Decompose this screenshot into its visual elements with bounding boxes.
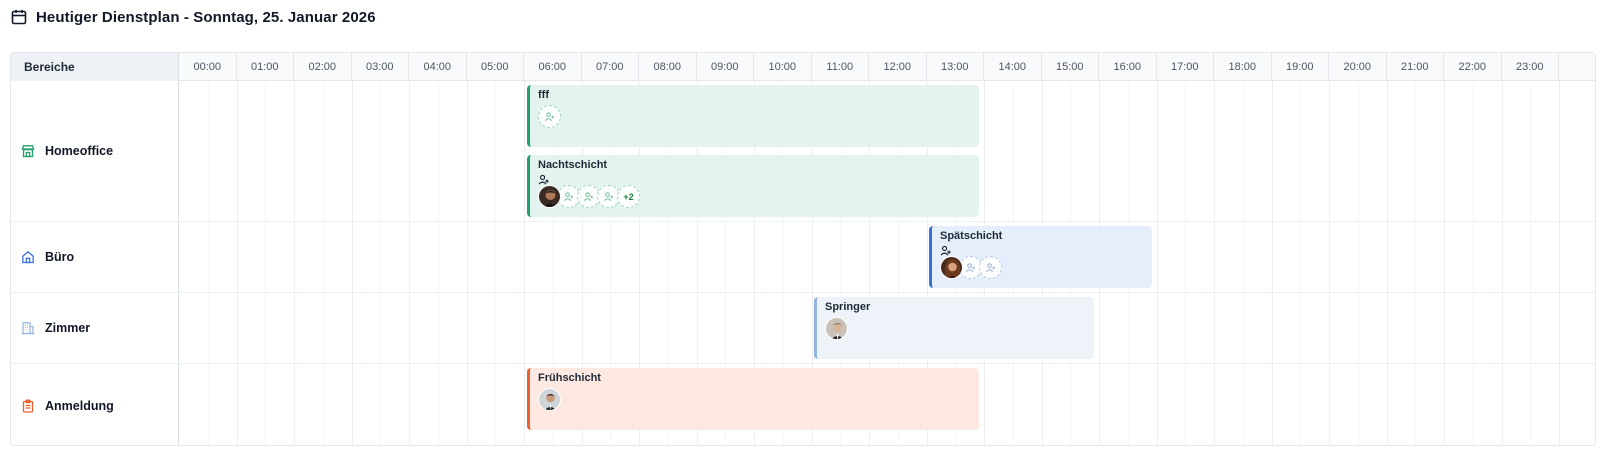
area-name: Homeoffice [45, 144, 114, 158]
shift-name: Nachtschicht [538, 159, 608, 171]
hour-column-header: 04:00 [409, 53, 467, 81]
user-plus-icon [603, 192, 614, 201]
area-label-buero[interactable]: Büro [11, 222, 179, 292]
shift-fruehschicht[interactable]: Frühschicht [527, 368, 979, 430]
shift-fff[interactable]: fff [527, 85, 979, 147]
hour-column-header: 17:00 [1157, 53, 1214, 81]
empty-slot-add-person[interactable] [538, 105, 561, 128]
hour-column-header: 16:00 [1099, 53, 1157, 81]
area-row-buero: Büro Spätschicht [11, 222, 1595, 293]
hour-column-header: 07:00 [582, 53, 639, 81]
hour-column-header: 01:00 [237, 53, 294, 81]
shift-springer[interactable]: Springer [814, 297, 1094, 359]
hour-column-header: 05:00 [467, 53, 524, 81]
shift-name: Springer [825, 301, 871, 313]
hour-column-header: 20:00 [1329, 53, 1387, 81]
hour-column-header: 02:00 [294, 53, 352, 81]
shift-spaetschicht[interactable]: Spätschicht [929, 226, 1152, 288]
hour-column-header: 10:00 [754, 53, 812, 81]
schedule-grid: Bereiche 00:00 01:00 02:00 03:00 04:00 05:00 0… [10, 52, 1596, 446]
area-name: Zimmer [45, 321, 91, 335]
avatar[interactable] [538, 388, 561, 411]
hour-column-header: 23:00 [1502, 53, 1559, 81]
hour-column-header: 03:00 [352, 53, 409, 81]
hour-column-header: 11:00 [812, 53, 869, 81]
hour-column-header: 22:00 [1444, 53, 1502, 81]
clipboard-icon [21, 399, 35, 413]
user-plus-icon [544, 112, 555, 121]
hour-column-header: 15:00 [1042, 53, 1099, 81]
area-row-homeoffice: Homeoffice fff Nachtschicht +2 [11, 81, 1595, 222]
hour-column-header: 09:00 [697, 53, 754, 81]
hour-column-header: 06:00 [524, 53, 582, 81]
page-title: Heutiger Dienstplan - Sonntag, 25. Janua… [36, 8, 376, 26]
hour-column-header: 00:00 [179, 53, 237, 81]
avatar[interactable] [538, 185, 561, 208]
hour-column-header: 13:00 [927, 53, 984, 81]
hour-column-header: 21:00 [1387, 53, 1444, 81]
area-row-zimmer: Zimmer Springer [11, 293, 1595, 364]
hour-column-header: 14:00 [984, 53, 1042, 81]
shift-name: fff [538, 89, 549, 101]
user-plus-icon [563, 192, 574, 201]
page-header: Heutiger Dienstplan - Sonntag, 25. Janua… [10, 6, 376, 28]
area-row-anmeldung: Anmeldung Frühschicht [11, 364, 1595, 445]
shift-name: Frühschicht [538, 372, 601, 384]
store-icon [21, 144, 35, 158]
area-name: Büro [45, 250, 75, 264]
areas-column-header: Bereiche [11, 53, 179, 81]
user-plus-icon [583, 192, 594, 201]
building-icon [21, 321, 35, 335]
hour-column-header: 12:00 [869, 53, 927, 81]
shift-name: Spätschicht [940, 230, 1003, 242]
hour-column-header: 19:00 [1272, 53, 1329, 81]
area-label-zimmer[interactable]: Zimmer [11, 293, 179, 363]
area-label-anmeldung[interactable]: Anmeldung [11, 364, 179, 445]
calendar-icon [10, 8, 28, 26]
area-name: Anmeldung [45, 398, 114, 413]
user-plus-icon [965, 263, 976, 272]
avatar[interactable] [825, 317, 848, 340]
more-persons-badge[interactable]: +2 [617, 185, 640, 208]
avatar[interactable] [940, 256, 963, 279]
hours-header-row: Bereiche 00:00 01:00 02:00 03:00 04:00 05:00 0… [11, 53, 1595, 81]
shift-nachtschicht[interactable]: Nachtschicht +2 [527, 155, 979, 217]
area-label-homeoffice[interactable]: Homeoffice [11, 81, 179, 221]
empty-slot-add-person[interactable] [979, 256, 1002, 279]
user-plus-icon [985, 263, 996, 272]
user-plus-icon [940, 243, 951, 256]
hour-column-header: 18:00 [1214, 53, 1272, 81]
user-plus-icon [538, 172, 549, 185]
hour-column-header: 08:00 [639, 53, 697, 81]
home-icon [21, 250, 35, 264]
